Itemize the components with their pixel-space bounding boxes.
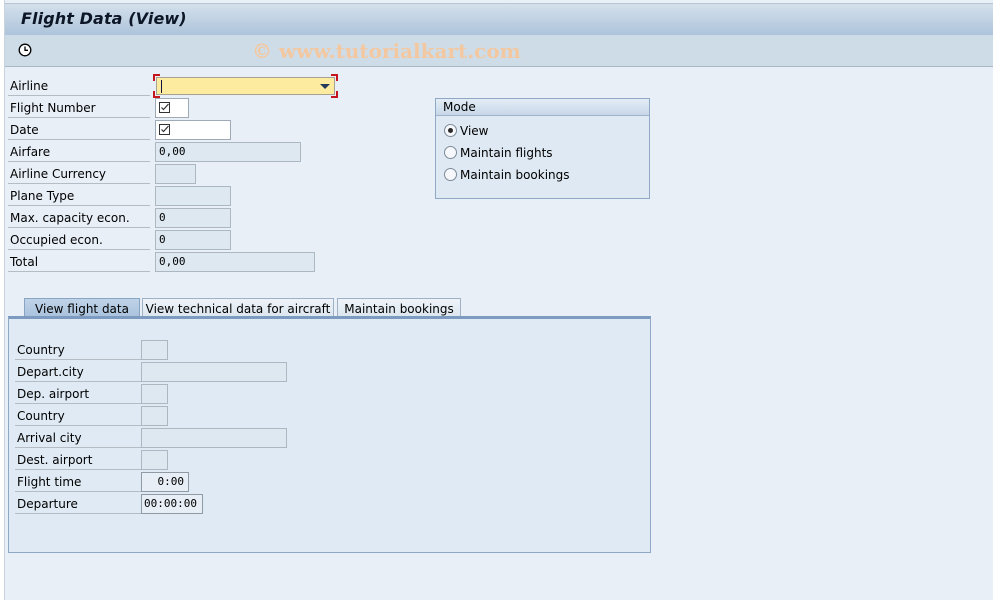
tab-maintain-bookings[interactable]: Maintain bookings: [337, 298, 461, 318]
checkbox-icon: [159, 124, 170, 135]
window-frame: [0, 0, 5, 600]
plane-type-label: Plane Type: [8, 186, 150, 206]
dep-country-field: [141, 340, 168, 360]
dest-airport-label: Dest. airport: [15, 450, 141, 470]
mode-option-label: View: [460, 124, 489, 138]
date-input[interactable]: [155, 120, 231, 140]
flight-number-label: Flight Number: [8, 98, 150, 118]
occupied-econ-field: 0: [155, 230, 231, 250]
dropdown-arrow-icon[interactable]: [320, 84, 330, 89]
arrival-city-field: [141, 428, 287, 448]
tab-view-technical-data[interactable]: View technical data for aircraft: [142, 298, 334, 318]
total-label: Total: [8, 252, 150, 272]
watermark: © www.tutorialkart.com: [252, 39, 521, 63]
airline-dropdown[interactable]: [156, 77, 335, 95]
departure-time-field: 00:00:00: [141, 494, 203, 514]
clock-icon[interactable]: [18, 43, 32, 57]
plane-type-field: [155, 186, 231, 206]
mode-group-title: Mode: [436, 99, 649, 116]
occupied-econ-label: Occupied econ.: [8, 230, 150, 250]
title-bar: Flight Data (View): [5, 3, 993, 36]
radio-selected-icon[interactable]: [444, 124, 457, 137]
max-capacity-label: Max. capacity econ.: [8, 208, 150, 228]
arr-country-label: Country: [15, 406, 141, 426]
mode-option-maintain-flights[interactable]: Maintain flights: [444, 144, 553, 162]
dep-country-label: Country: [15, 340, 141, 360]
dest-airport-field: [141, 450, 168, 470]
arrival-city-label: Arrival city: [15, 428, 141, 448]
departure-label: Departure: [15, 494, 141, 514]
flight-number-input[interactable]: [155, 98, 189, 118]
radio-icon[interactable]: [444, 146, 457, 159]
airfare-label: Airfare: [8, 142, 150, 162]
flight-time-label: Flight time: [15, 472, 141, 492]
depart-city-label: Depart.city: [15, 362, 141, 382]
arr-country-field: [141, 406, 168, 426]
airline-currency-field: [155, 164, 196, 184]
airline-field-wrapper: [153, 74, 338, 98]
mode-option-view[interactable]: View: [444, 122, 488, 140]
max-capacity-field: 0: [155, 208, 231, 228]
page-title: Flight Data (View): [21, 9, 187, 28]
dep-airport-label: Dep. airport: [15, 384, 141, 404]
flight-time-field: 0:00: [141, 472, 189, 492]
mode-group: Mode View Maintain flights Maintain book…: [435, 98, 650, 199]
date-label: Date: [8, 120, 150, 140]
mode-option-label: Maintain bookings: [460, 168, 570, 182]
application-toolbar: © www.tutorialkart.com: [5, 35, 993, 67]
airline-currency-label: Airline Currency: [8, 164, 150, 184]
dep-airport-field: [141, 384, 168, 404]
depart-city-field: [141, 362, 287, 382]
tab-view-flight-data[interactable]: View flight data: [24, 298, 140, 318]
airfare-field: 0,00: [155, 142, 301, 162]
text-cursor: [161, 80, 162, 93]
checkbox-icon: [159, 102, 170, 113]
airline-label: Airline: [8, 76, 150, 96]
radio-icon[interactable]: [444, 168, 457, 181]
mode-option-label: Maintain flights: [460, 146, 553, 160]
total-field: 0,00: [155, 252, 315, 272]
mode-option-maintain-bookings[interactable]: Maintain bookings: [444, 166, 570, 184]
